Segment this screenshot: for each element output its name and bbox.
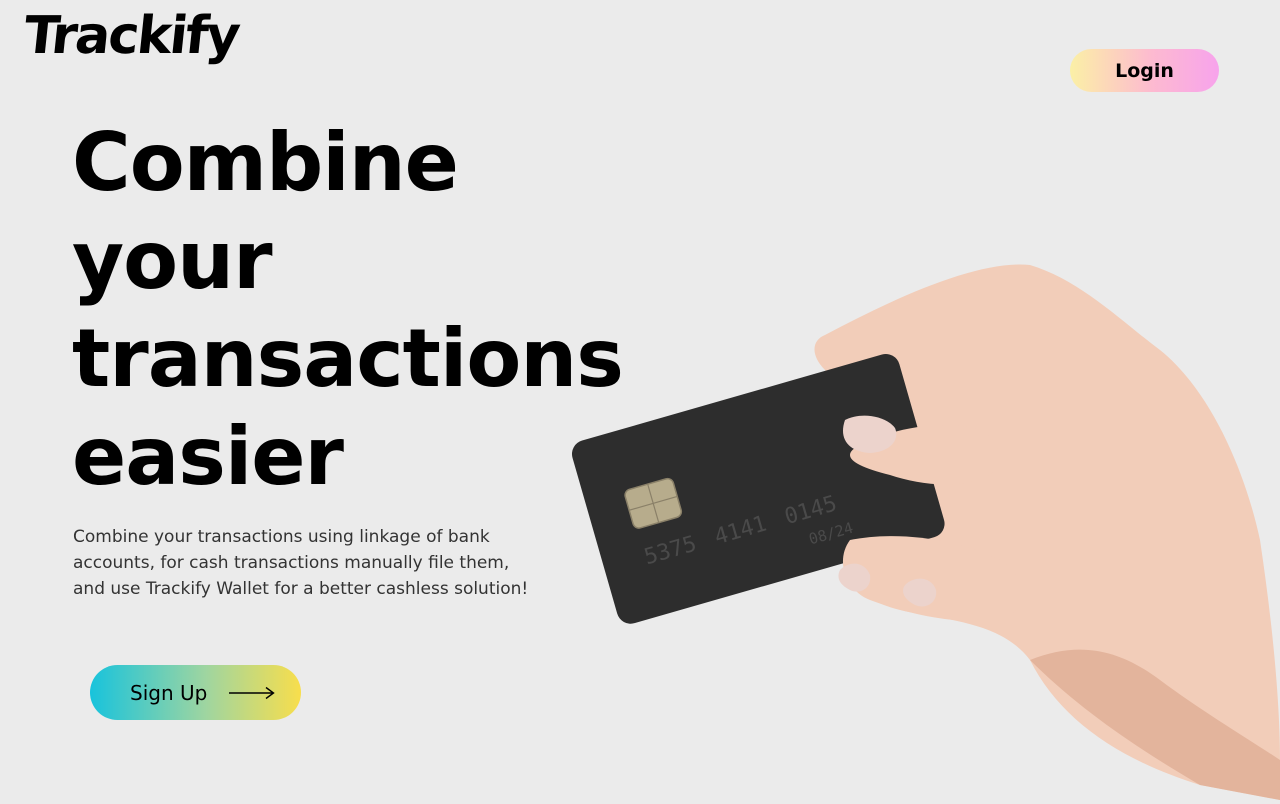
login-button[interactable]: Login — [1070, 49, 1219, 92]
long-arrow-right-icon — [229, 686, 276, 700]
brand-logo[interactable]: Trackify — [21, 6, 242, 66]
signup-label: Sign Up — [130, 680, 208, 705]
headline-line: transactions — [72, 312, 624, 405]
headline-line: your — [72, 214, 273, 307]
hand-holding-card-image: 5375 4141 0145 08/24 — [560, 240, 1280, 800]
hero-description: Combine your transactions using linkage … — [73, 527, 529, 599]
headline-line: easier — [72, 410, 344, 503]
headline-line: Combine — [72, 116, 459, 209]
signup-button[interactable]: Sign Up — [90, 665, 301, 720]
hero-headline: Combine your transactions easier — [72, 114, 624, 506]
